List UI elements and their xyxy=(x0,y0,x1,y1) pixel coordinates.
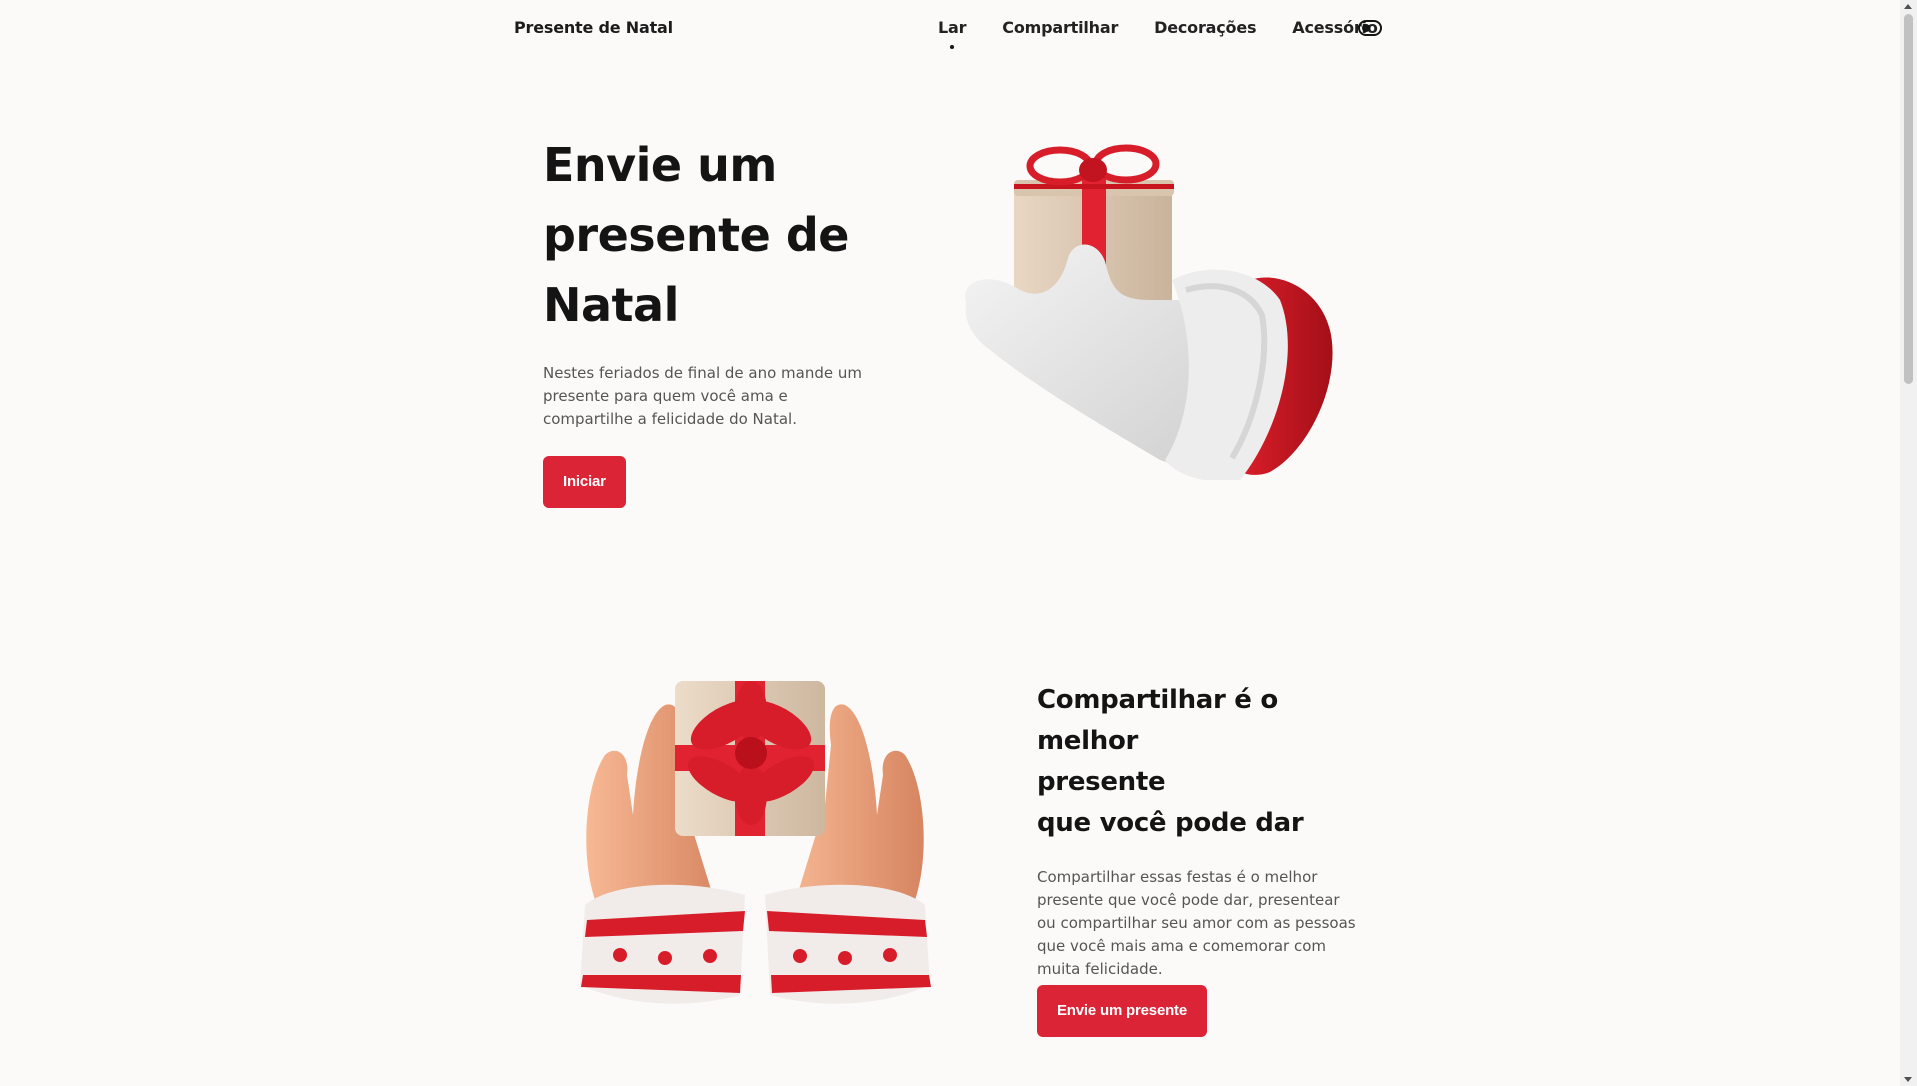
share-title: Compartilhar é o melhor presente que voc… xyxy=(1037,680,1367,844)
top-header: Presente de Natal Lar Compartilhar Decor… xyxy=(0,0,1900,58)
hands-gift-image xyxy=(580,681,931,1004)
nav-item-compartilhar[interactable]: Compartilhar xyxy=(1002,18,1118,37)
scroll-down-arrow-icon[interactable] xyxy=(1904,1077,1912,1082)
toggle-knob xyxy=(1362,24,1370,32)
share-title-line: Compartilhar é o melhor xyxy=(1037,685,1278,756)
hero-title-line: Natal xyxy=(543,278,679,332)
page: Presente de Natal Lar Compartilhar Decor… xyxy=(0,0,1900,1086)
nav-item-lar[interactable]: Lar xyxy=(938,18,966,49)
share-section: Compartilhar é o melhor presente que voc… xyxy=(1037,680,1367,1037)
scrollbar-thumb[interactable] xyxy=(1904,14,1913,384)
share-title-line: que você pode dar xyxy=(1037,808,1304,838)
main-nav: Lar Compartilhar Decorações Acessório xyxy=(938,18,1378,49)
scroll-up-arrow-icon[interactable] xyxy=(1904,4,1912,9)
theme-toggle-icon[interactable] xyxy=(1358,20,1382,36)
share-description: Compartilhar essas festas é o melhor pre… xyxy=(1037,868,1356,978)
hero-title-line: presente de xyxy=(543,208,849,262)
start-button[interactable]: Iniciar xyxy=(543,456,626,508)
share-title-line: presente xyxy=(1037,767,1166,797)
send-gift-button[interactable]: Envie um presente xyxy=(1037,985,1207,1037)
santa-glove-gift-image xyxy=(965,144,1333,480)
hero-title-line: Envie um xyxy=(543,138,777,192)
vertical-scrollbar[interactable] xyxy=(1900,0,1917,1086)
site-logo[interactable]: Presente de Natal xyxy=(514,18,673,37)
hero-title: Envie um presente de Natal xyxy=(543,130,903,340)
hero-description: Nestes feriados de final de ano mande um… xyxy=(543,364,862,428)
nav-item-decoracoes[interactable]: Decorações xyxy=(1154,18,1256,37)
hero-section: Envie um presente de Natal Nestes feriad… xyxy=(543,130,903,508)
